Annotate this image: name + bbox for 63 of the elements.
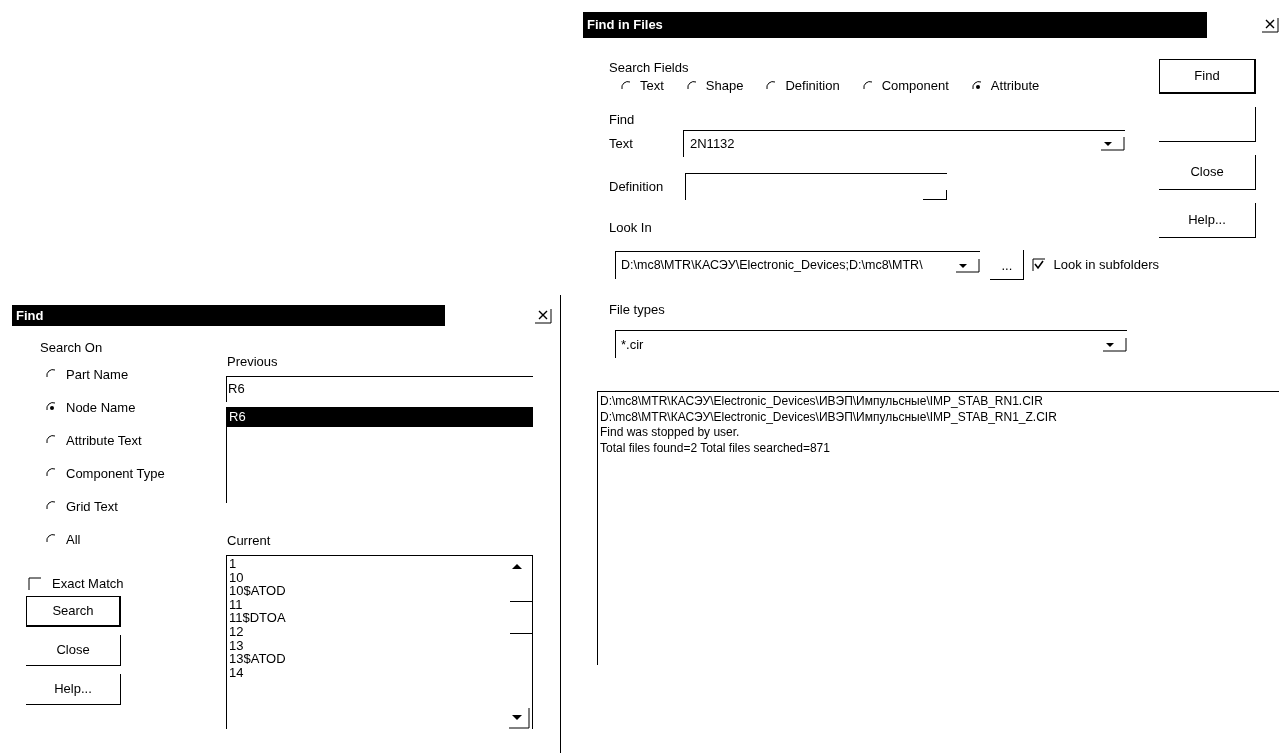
field-label: Previous — [227, 353, 279, 371]
dialog-button[interactable]: Close — [1159, 155, 1256, 190]
group-label: Look In — [609, 219, 653, 236]
list-item[interactable]: 10 — [229, 570, 506, 585]
result-line: D:\mc8\MTR\КАСЭУ\Electronic_Devices\ИВЭП\Импульсные\IMP_STAB_RN1_Z.CIR — [600, 409, 1058, 426]
radio-label: All — [66, 530, 81, 549]
radio-label: Attribute — [990, 77, 1040, 96]
list-item[interactable]: 13 — [229, 638, 506, 653]
checkbox[interactable] — [1032, 258, 1047, 272]
radio-label: Text — [640, 77, 664, 96]
blank-button[interactable] — [1159, 107, 1256, 142]
field-label: Text — [609, 134, 634, 153]
browse-button[interactable]: ... — [990, 250, 1025, 280]
combo-value: D:\mc8\MTR\КАСЭУ\Electronic_Devices;D:\mc8\MTR\ — [621, 257, 923, 275]
result-line: Find was stopped by user. — [600, 425, 741, 441]
group-label: Find — [609, 111, 636, 128]
combo-value: *.cir — [621, 335, 644, 354]
checkbox-label: Exact Match — [52, 575, 124, 594]
previous-field[interactable]: R6 — [226, 376, 533, 402]
result-line: Total files found=2 Total files searched=871 — [600, 440, 831, 457]
dialog-button[interactable]: Help... — [26, 674, 121, 705]
list-item[interactable]: 10$ATOD — [229, 584, 506, 598]
text-combo-box[interactable]: 2N1132 — [683, 130, 1125, 157]
close-icon[interactable] — [534, 307, 552, 324]
dialog-button[interactable]: Find — [1159, 59, 1256, 94]
group-label: Search On — [40, 339, 104, 357]
look-in-combo-box[interactable]: D:\mc8\MTR\КАСЭУ\Electronic_Devices;D:\mc8\MTR\ — [615, 251, 981, 279]
dropdown-icon[interactable] — [1101, 137, 1125, 151]
scroll-down-icon[interactable] — [508, 707, 530, 729]
file-types-combo-box[interactable]: *.cir — [615, 330, 1127, 358]
list-item[interactable]: 14 — [229, 665, 506, 680]
group-label: Search Fields — [609, 59, 690, 76]
close-icon[interactable] — [1261, 17, 1279, 33]
radio-label: Definition — [785, 77, 840, 96]
definition-field[interactable] — [685, 173, 947, 200]
radio-label: Component — [881, 77, 949, 96]
radio-label: Shape — [705, 77, 744, 96]
dropdown-icon[interactable] — [1103, 337, 1127, 352]
result-line: D:\mc8\MTR\КАСЭУ\Electronic_Devices\ИВЭП\Импульсные\IMP_STAB_RN1.CIR — [600, 394, 1044, 410]
checkbox-label: Look in subfolders — [1053, 256, 1159, 275]
dropdown-icon[interactable] — [956, 258, 981, 273]
window-title: Find — [12, 305, 445, 326]
field-label: Current — [227, 532, 272, 550]
list-item[interactable]: 11$DTOA — [229, 611, 506, 625]
combo-value: 2N1132 — [690, 135, 735, 154]
list-item[interactable]: 12 — [229, 624, 506, 639]
list-item[interactable]: 1 — [229, 557, 506, 571]
radio-label: Attribute Text — [66, 431, 142, 450]
dialog-button[interactable]: Close — [26, 635, 121, 666]
radio-label: Node Name — [66, 398, 136, 417]
group-label: File types — [609, 301, 666, 318]
dialog-button[interactable]: Search — [26, 596, 121, 627]
scrollbar-thumb[interactable] — [510, 601, 532, 634]
radio-label: Part Name — [66, 365, 129, 384]
radio-label: Grid Text — [66, 497, 118, 516]
list-item[interactable]: R6 — [227, 407, 533, 427]
list-item[interactable]: 11 — [229, 597, 506, 612]
field-label: Definition — [609, 177, 665, 196]
dialog-button[interactable]: Help... — [1159, 203, 1256, 238]
radio-label: Component Type — [66, 464, 165, 483]
window-title: Find in Files — [583, 12, 1207, 38]
list-item[interactable]: 13$ATOD — [229, 652, 506, 666]
checkbox[interactable] — [28, 577, 42, 591]
